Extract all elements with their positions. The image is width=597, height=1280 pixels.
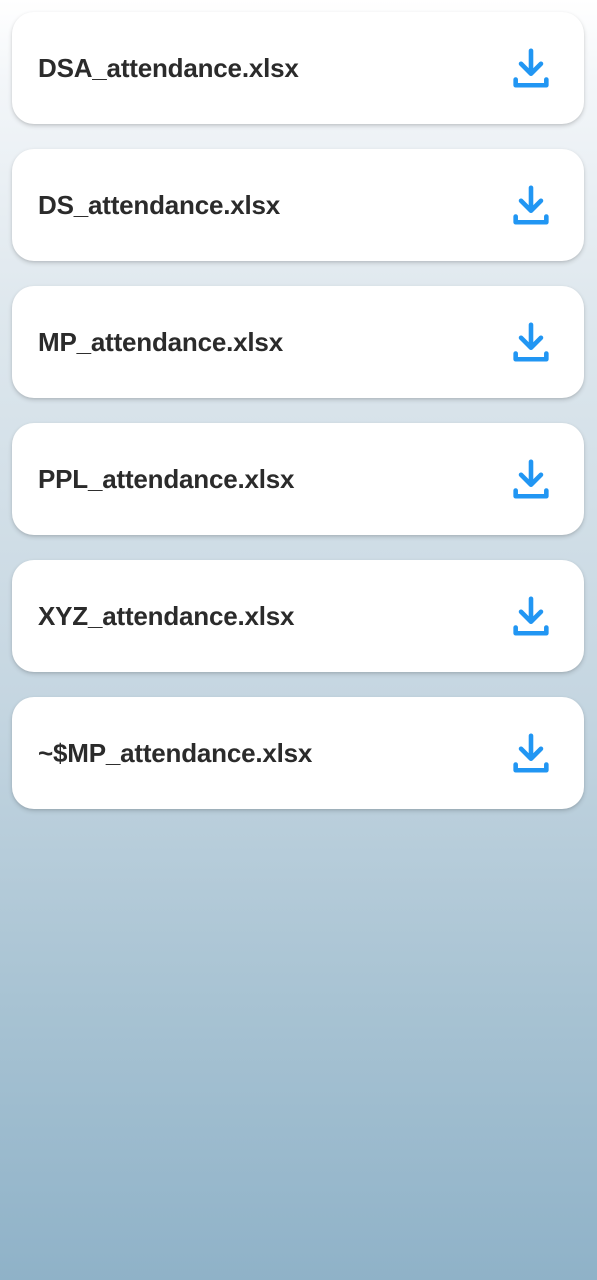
download-button[interactable]: [506, 591, 556, 641]
file-card-ppl[interactable]: PPL_attendance.xlsx: [12, 423, 584, 535]
file-name: MP_attendance.xlsx: [38, 326, 283, 357]
download-icon: [513, 185, 549, 225]
file-name: DS_attendance.xlsx: [38, 189, 281, 220]
file-card-mp[interactable]: MP_attendance.xlsx: [12, 286, 584, 398]
download-icon: [513, 459, 549, 499]
file-card-ds[interactable]: DS_attendance.xlsx: [12, 149, 584, 261]
file-name: DSA_attendance.xlsx: [38, 52, 299, 83]
file-name: PPL_attendance.xlsx: [38, 463, 295, 494]
file-list: DSA_attendance.xlsx DS_attendance.xlsx M…: [12, 12, 584, 834]
download-icon: [513, 322, 549, 362]
download-button[interactable]: [506, 180, 556, 230]
download-button[interactable]: [506, 454, 556, 504]
file-card-xyz[interactable]: XYZ_attendance.xlsx: [12, 560, 584, 672]
download-icon: [513, 733, 549, 773]
file-card-dsa[interactable]: DSA_attendance.xlsx: [12, 12, 584, 124]
file-name: ~$MP_attendance.xlsx: [38, 737, 313, 768]
download-icon: [513, 48, 549, 88]
download-button[interactable]: [506, 728, 556, 778]
download-button[interactable]: [506, 317, 556, 367]
file-card-mp-temp[interactable]: ~$MP_attendance.xlsx: [12, 697, 584, 809]
download-icon: [513, 596, 549, 636]
file-name: XYZ_attendance.xlsx: [38, 600, 295, 631]
download-button[interactable]: [506, 43, 556, 93]
